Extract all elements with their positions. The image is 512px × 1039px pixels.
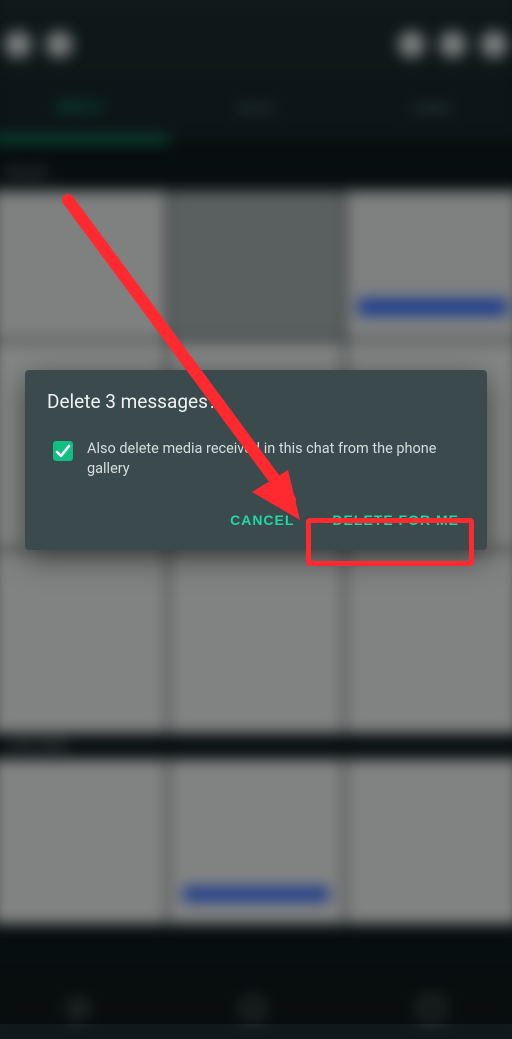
dialog-actions: CANCEL DELETE FOR ME: [47, 498, 465, 538]
delete-media-checkbox-row[interactable]: Also delete media received in this chat …: [47, 439, 465, 478]
dialog-title: Delete 3 messages?: [47, 390, 465, 413]
checkbox-label: Also delete media received in this chat …: [87, 439, 465, 478]
delete-for-me-button[interactable]: DELETE FOR ME: [326, 502, 465, 538]
delete-dialog: Delete 3 messages? Also delete media rec…: [25, 370, 487, 550]
checkbox-checked-icon[interactable]: [53, 441, 73, 461]
cancel-button[interactable]: CANCEL: [224, 502, 300, 538]
